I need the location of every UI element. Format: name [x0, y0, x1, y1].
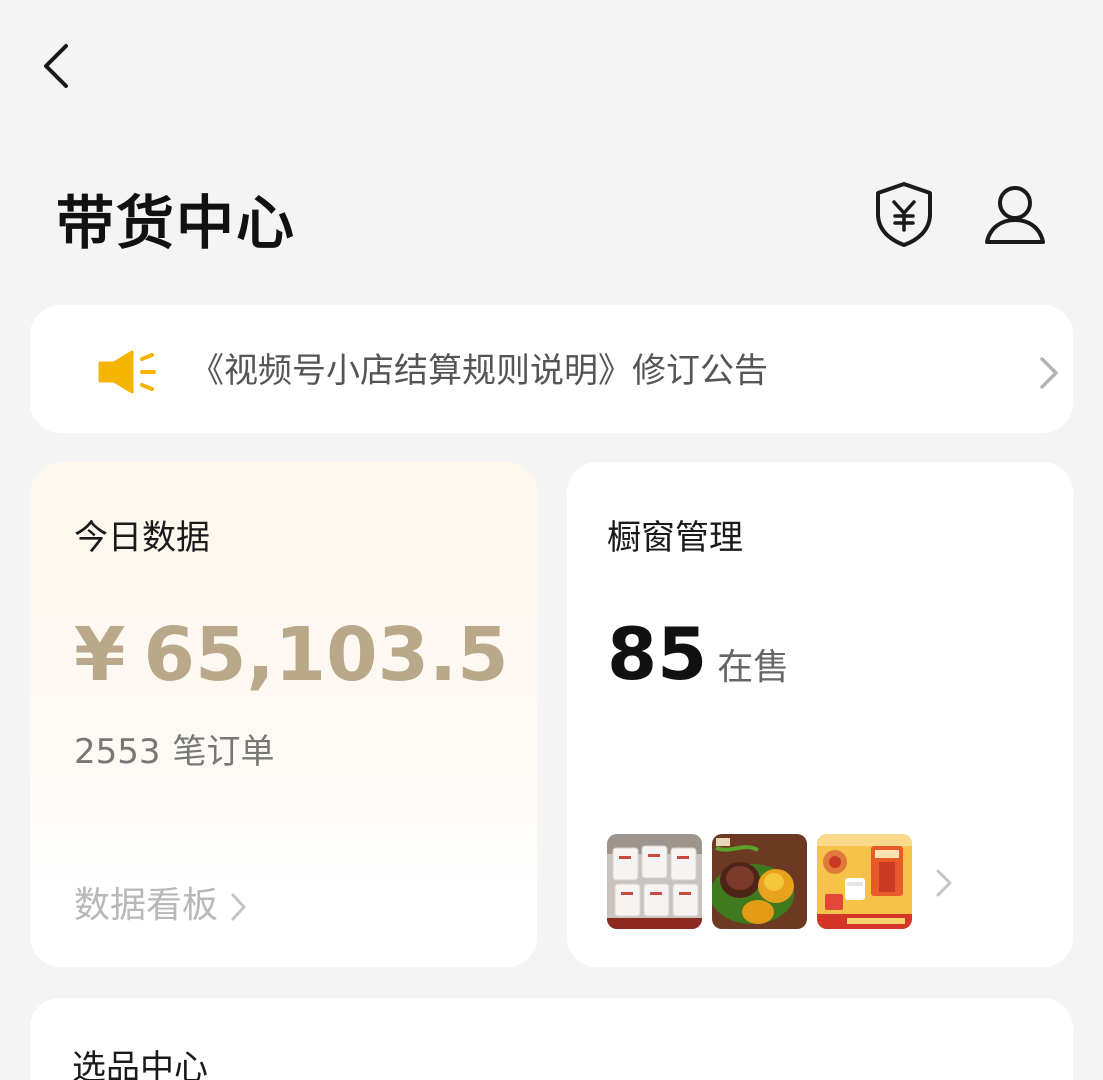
chevron-right-icon[interactable] [933, 866, 955, 900]
data-dashboard-label: 数据看板 [74, 885, 219, 926]
today-data-title: 今日数据 [74, 518, 210, 558]
user-icon [985, 186, 1045, 244]
announcement-text: 《视频号小店结算规则说明》修订公告 [190, 351, 768, 391]
chevron-right-icon [1040, 357, 1058, 389]
announcement-bar[interactable]: 《视频号小店结算规则说明》修订公告 [30, 305, 1073, 433]
product-thumbnails[interactable] [607, 834, 912, 930]
payment-protection-button[interactable] [872, 180, 936, 248]
account-button[interactable] [982, 184, 1048, 246]
today-sales-amount: ¥65,103.5 [74, 612, 509, 698]
chevron-left-icon [44, 44, 68, 88]
showcase-management-card[interactable]: 橱窗管理 85 在售 [567, 462, 1073, 967]
selection-title: 选品中心 [72, 1048, 208, 1080]
chevron-right-icon [231, 893, 246, 921]
data-dashboard-link[interactable]: 数据看板 [74, 876, 248, 928]
back-button[interactable] [36, 40, 76, 92]
product-thumb-food-package[interactable] [817, 834, 912, 929]
speaker-icon [98, 350, 156, 394]
orders-count: 2553 [74, 732, 161, 772]
currency-symbol: ¥ [74, 612, 126, 698]
yuan-shield-icon [876, 182, 932, 247]
showcase-title: 橱窗管理 [607, 518, 743, 558]
product-selection-card[interactable]: 选品中心 [30, 998, 1073, 1080]
orders-label: 笔订单 [172, 732, 275, 772]
page-title: 带货中心 [56, 189, 297, 257]
product-thumb-packets[interactable] [607, 834, 702, 929]
on-sale-count: 85 在售 [607, 612, 789, 696]
product-thumb-rice-dumplings[interactable] [712, 834, 807, 929]
amount-value: 65,103.5 [143, 612, 509, 698]
today-data-card[interactable]: 今日数据 ¥65,103.5 2553 笔订单 数据看板 [30, 462, 537, 967]
today-orders: 2553 笔订单 [74, 724, 275, 773]
on-sale-number: 85 [607, 612, 708, 696]
page: 带货中心 《视频号小店结算规则说明》修订公告 今日数据 ¥65,103.5 25… [0, 0, 1103, 1080]
on-sale-label: 在售 [717, 647, 790, 688]
